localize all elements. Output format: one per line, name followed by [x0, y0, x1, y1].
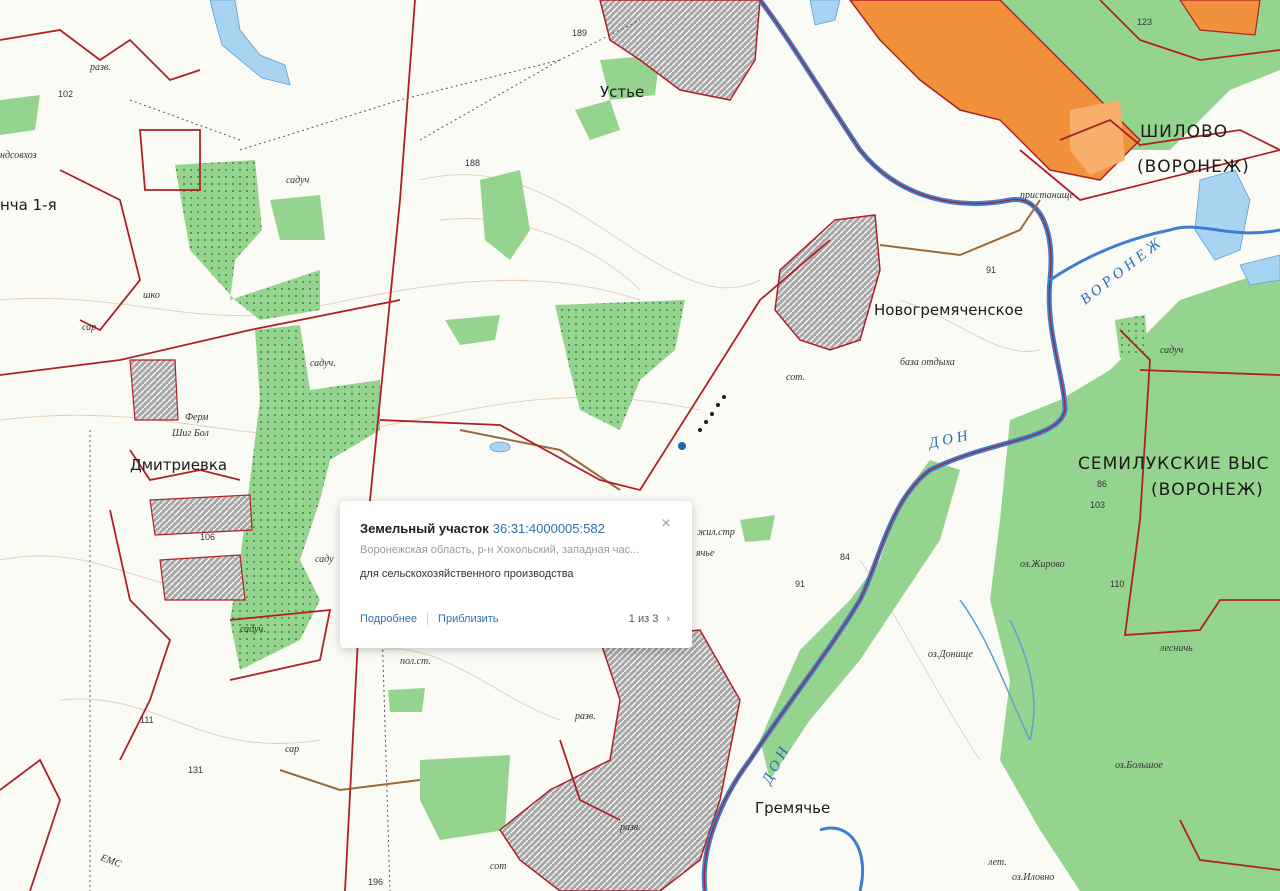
elev-110: 110 [1110, 579, 1124, 589]
label-hdsovhoz: ндсовхоз [0, 150, 37, 161]
label-zhilstr: жил.стр [697, 527, 735, 538]
cadastral-number-link[interactable]: 36:31:4000005:582 [493, 521, 605, 536]
elev-131: 131 [188, 765, 203, 775]
popup-actions: Подробнее Приблизить [360, 613, 499, 626]
label-sadu2: садуч. [310, 358, 336, 369]
parcel-address: Воронежская область, р-н Хохольский, зап… [360, 544, 640, 556]
label-sadu5: садуч. [240, 624, 266, 635]
zoom-link[interactable]: Приблизить [438, 613, 499, 625]
elev-86: 86 [1097, 479, 1107, 489]
label-sar1: сар [82, 322, 96, 333]
elev-91b: 91 [795, 579, 805, 589]
popup-title-row: Земельный участок 36:31:4000005:582 [360, 521, 605, 536]
label-gremyache: Гремячье [755, 799, 830, 817]
close-icon[interactable]: × [658, 516, 674, 532]
pager-count: 1 из 3 [628, 613, 659, 625]
label-polst: пол.ст. [400, 656, 431, 667]
label-oz-bolshoe: оз.Большое [1115, 760, 1163, 771]
label-oz-ilovno: оз.Иловно [1012, 872, 1054, 883]
popup-pager: 1 из 3 › [629, 613, 670, 625]
label-oncha: нча 1-я [0, 196, 57, 214]
label-sadu4: саду [315, 554, 334, 565]
details-link[interactable]: Подробнее [360, 613, 417, 625]
label-dmitrievka: Дмитриевка [130, 456, 227, 474]
label-sadu3: садуч [1160, 345, 1184, 356]
actions-divider [427, 613, 429, 626]
label-oz-zhirovo: оз.Жирово [1020, 559, 1065, 570]
elev-103: 103 [1090, 500, 1105, 510]
elev-123: 123 [1137, 17, 1152, 27]
label-let: лет. [987, 857, 1007, 868]
location-marker[interactable] [678, 442, 686, 450]
town-dmitrievka [129, 359, 179, 421]
elev-111: 111 [140, 715, 154, 725]
elev-189: 189 [572, 28, 587, 38]
elev-196: 196 [368, 877, 383, 887]
elev-102: 102 [58, 89, 73, 99]
label-razv1: разв. [89, 62, 111, 73]
label-oz-donishche: оз.Донище [928, 649, 973, 660]
label-sar2: сар [285, 744, 299, 755]
elev-84: 84 [840, 552, 850, 562]
label-sot1: сот. [786, 372, 805, 383]
label-pristan: пристанище [1020, 190, 1075, 201]
label-sadu1: садуч [286, 175, 310, 186]
label-novogremyachenskoe: Новогремяченское [874, 301, 1023, 319]
label-lesnich: лесничь [1159, 643, 1193, 654]
label-yachye: ячье [695, 548, 715, 559]
label-baza: база отдыха [900, 357, 955, 368]
elev-188: 188 [465, 158, 480, 168]
label-shilovo-sub: (ВОРОНЕЖ) [1137, 157, 1250, 177]
label-razv2: разв. [574, 711, 596, 722]
label-shilovo: ШИЛОВО [1140, 122, 1228, 142]
parcel-info-popup: Земельный участок 36:31:4000005:582 × Вор… [340, 501, 692, 648]
label-semiluk-sub: (ВОРОНЕЖ) [1151, 480, 1264, 500]
popup-title: Земельный участок [360, 521, 489, 536]
parcel-usage: для сельскохозяйственного производства [360, 568, 574, 580]
elev-91a: 91 [986, 265, 996, 275]
label-semiluk: СЕМИЛУКСКИЕ ВЫС [1078, 454, 1270, 474]
label-ferma: Ферм [185, 412, 209, 423]
topographic-map[interactable]: Устье ШИЛОВО (ВОРОНЕЖ) Новогремяченское … [0, 0, 1280, 891]
label-ustye: Устье [600, 83, 644, 101]
label-shig: Шиг Бол [171, 428, 209, 439]
label-razv3: разв. [619, 822, 641, 833]
elev-106: 106 [200, 532, 215, 542]
label-shko: шко [143, 290, 160, 301]
label-sot2: сот [490, 861, 506, 872]
next-arrow-icon[interactable]: › [666, 613, 670, 625]
